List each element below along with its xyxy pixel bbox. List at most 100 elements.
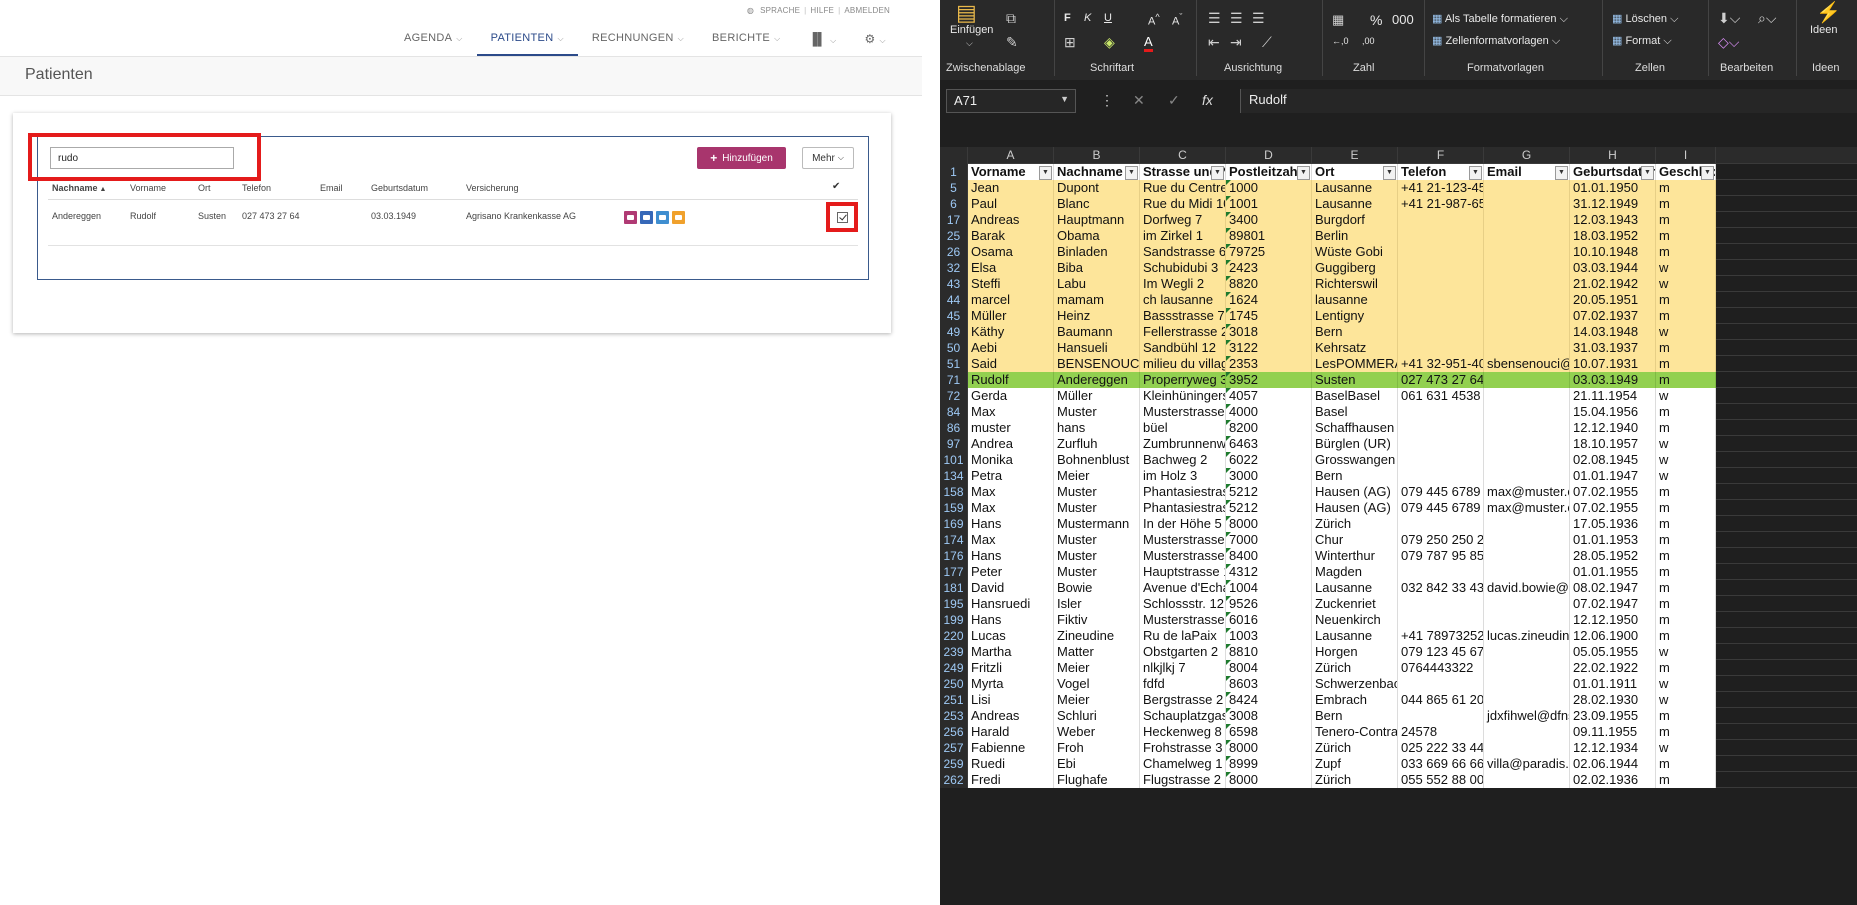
cell-d[interactable]: 1003 [1226,628,1312,644]
cell-a[interactable]: Monika [968,452,1054,468]
border-icon[interactable]: ⊞ [1064,34,1076,51]
cell-c[interactable]: Rue du Centre 1 [1140,180,1226,196]
nav-berichte[interactable]: BERICHTE ⌵ [698,28,794,56]
row-number[interactable]: 101 [940,452,968,468]
cell-h[interactable]: 09.11.1955 [1570,724,1656,740]
cell-d[interactable]: 3018 [1226,324,1312,340]
cell-b[interactable]: Schluri [1054,708,1140,724]
cell-i[interactable]: Geschlecht▼ [1656,164,1716,180]
cell-i[interactable]: m [1656,500,1716,516]
cell-h[interactable]: 01.01.1950 [1570,180,1656,196]
cell-i[interactable]: m [1656,228,1716,244]
cell-d[interactable]: 89801 [1226,228,1312,244]
filter-dropdown-icon[interactable]: ▼ [1383,166,1396,180]
nav-settings[interactable]: ⚙ ⌵ [850,28,899,56]
cell-i[interactable]: m [1656,580,1716,596]
cell-h[interactable]: 17.05.1936 [1570,516,1656,532]
filter-dropdown-icon[interactable]: ▼ [1469,166,1482,180]
cell-f[interactable]: 027 473 27 64 [1398,372,1484,388]
row-number[interactable]: 257 [940,740,968,756]
cell-b[interactable]: Zurfluh [1054,436,1140,452]
cell-d[interactable]: 1745 [1226,308,1312,324]
find-icon[interactable]: ⌕⌵ [1758,10,1776,27]
cell-g[interactable] [1484,324,1570,340]
cell-d[interactable]: 79725 [1226,244,1312,260]
list-button[interactable] [640,211,653,224]
col-vorname[interactable]: Vorname [130,183,166,193]
cell-e[interactable]: Hausen (AG) [1312,484,1398,500]
cell-i[interactable]: w [1656,676,1716,692]
cell-a[interactable]: Müller [968,308,1054,324]
cell-h[interactable]: 10.10.1948 [1570,244,1656,260]
cell-g[interactable] [1484,516,1570,532]
cell-e[interactable]: Zürich [1312,516,1398,532]
nav-patienten[interactable]: PATIENTEN ⌵ [476,28,578,56]
cell-b[interactable]: Meier [1054,692,1140,708]
row-number[interactable]: 176 [940,548,968,564]
cell-a[interactable]: Fredi [968,772,1054,788]
column-header-f[interactable]: F [1398,147,1484,164]
cell-a[interactable]: Max [968,404,1054,420]
cell-h[interactable]: 03.03.1944 [1570,260,1656,276]
cell-a[interactable]: Hans [968,516,1054,532]
cell-d[interactable]: 2353 [1226,356,1312,372]
cell-g[interactable]: david.bowie@m [1484,580,1570,596]
cell-e[interactable]: Zuckenriet [1312,596,1398,612]
cell-e[interactable]: Schwerzenbach [1312,676,1398,692]
cell-e[interactable]: Schaffhausen [1312,420,1398,436]
cell-i[interactable]: m [1656,564,1716,580]
cell-d[interactable]: 6022 [1226,452,1312,468]
cell-a[interactable]: Petra [968,468,1054,484]
cell-h[interactable]: 12.03.1943 [1570,212,1656,228]
bold-button[interactable]: F [1064,12,1071,24]
col-telefon[interactable]: Telefon [242,183,271,193]
cell-d[interactable]: 7000 [1226,532,1312,548]
cell-a[interactable]: Max [968,484,1054,500]
row-number[interactable]: 169 [940,516,968,532]
ideas-button[interactable]: Ideen [1810,24,1838,36]
cell-a[interactable]: David [968,580,1054,596]
cell-b[interactable]: Muster [1054,404,1140,420]
italic-button[interactable]: K [1084,12,1091,24]
cell-b[interactable]: Meier [1054,660,1140,676]
cell-i[interactable]: m [1656,404,1716,420]
cell-c[interactable]: Bachweg 2 [1140,452,1226,468]
nav-statistics[interactable]: ▐▌ ⌵ [794,28,850,56]
cell-a[interactable]: Andreas [968,212,1054,228]
row-number[interactable]: 220 [940,628,968,644]
row-number[interactable]: 5 [940,180,968,196]
cell-b[interactable]: Mustermann [1054,516,1140,532]
align-center-icon[interactable]: ☰ [1230,10,1243,27]
link-abmelden[interactable]: ABMELDEN [840,6,894,15]
cell-g[interactable]: Email ▼ [1484,164,1570,180]
cell-c[interactable]: Im Wegli 2 [1140,276,1226,292]
cell-d[interactable]: 8200 [1226,420,1312,436]
more-button[interactable]: Mehr ⌵ [802,147,854,169]
orientation-icon[interactable]: ⟋ [1262,34,1272,51]
cell-b[interactable]: Biba [1054,260,1140,276]
cell-c[interactable]: Sandbühl 12 [1140,340,1226,356]
col-versicherung[interactable]: Versicherung [466,183,519,193]
column-header-c[interactable]: C [1140,147,1226,164]
cell-e[interactable]: Lausanne [1312,628,1398,644]
cell-f[interactable] [1398,708,1484,724]
cell-b[interactable]: Muster [1054,532,1140,548]
row-number[interactable]: 174 [940,532,968,548]
cell-i[interactable]: m [1656,548,1716,564]
cell-g[interactable] [1484,388,1570,404]
cell-e[interactable]: Bern [1312,708,1398,724]
cell-g[interactable] [1484,420,1570,436]
cell-d[interactable]: 8603 [1226,676,1312,692]
cell-a[interactable]: Barak [968,228,1054,244]
cell-c[interactable]: fdfd [1140,676,1226,692]
cell-c[interactable]: Musterstrasse 7 [1140,404,1226,420]
cell-f[interactable]: +41 21-123-45-67 [1398,180,1484,196]
cell-vorname[interactable]: Rudolf [130,211,156,221]
cell-f[interactable] [1398,276,1484,292]
cell-d[interactable]: 8810 [1226,644,1312,660]
cell-a[interactable]: Käthy [968,324,1054,340]
column-header-b[interactable]: B [1054,147,1140,164]
cell-c[interactable]: Musterstrasse 1 [1140,532,1226,548]
cell-g[interactable] [1484,244,1570,260]
select-all-corner[interactable] [940,147,968,164]
